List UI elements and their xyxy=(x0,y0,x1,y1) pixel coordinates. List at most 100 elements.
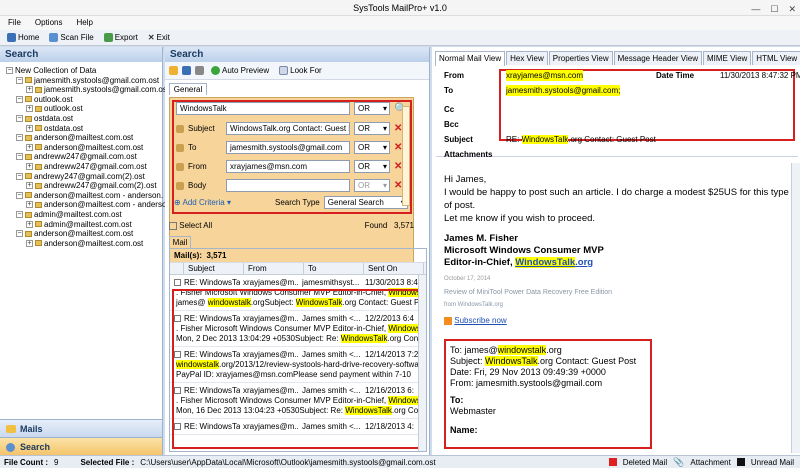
column-to[interactable]: To xyxy=(304,263,364,274)
column-from[interactable]: From xyxy=(244,263,304,274)
collapse-icon[interactable]: − xyxy=(16,191,23,199)
tab-hex-view[interactable]: Hex View xyxy=(506,51,548,65)
sig-site-link[interactable]: WindowsTalk.org xyxy=(515,257,593,268)
column-subject[interactable]: Subject xyxy=(184,263,244,274)
expand-icon[interactable]: + xyxy=(26,163,33,170)
body-line: of post. xyxy=(444,200,476,211)
collapse-icon[interactable]: − xyxy=(6,67,13,74)
mail-to: James smith <... xyxy=(302,350,361,359)
look-for-button[interactable]: Look For xyxy=(276,66,325,75)
auto-preview-button[interactable]: Auto Preview xyxy=(208,66,272,75)
tab-properties-view[interactable]: Properties View xyxy=(548,51,613,65)
expand-icon[interactable]: + xyxy=(26,201,33,209)
tree-item[interactable]: + anderson@mailtest.com - anderson. xyxy=(26,200,173,209)
tab-mail[interactable]: Mail xyxy=(169,236,191,248)
tab-general[interactable]: General xyxy=(169,83,207,95)
keyword-operator-select[interactable]: OR xyxy=(354,102,390,115)
tab-normal-mail-view[interactable]: Normal Mail View xyxy=(435,51,506,66)
tree-item[interactable]: + andreww247@gmail.com.ost xyxy=(26,162,147,171)
keyword-input[interactable]: WindowsTalk xyxy=(176,102,350,115)
criteria-input[interactable]: WindowsTalk.org Contact: Guest Pos xyxy=(226,122,350,135)
expand-icon[interactable]: + xyxy=(26,105,33,113)
expand-icon[interactable]: + xyxy=(26,182,33,190)
collapse-icon[interactable]: − xyxy=(16,134,23,142)
collapse-icon[interactable]: − xyxy=(16,230,23,238)
mail-checkbox[interactable] xyxy=(174,279,181,286)
mail-item[interactable]: RE: WindowsTalk...xrayjames@m...James sm… xyxy=(170,311,426,347)
mail-item[interactable]: RE: WindowsTalk...xrayjames@m...jamesmit… xyxy=(170,275,426,311)
close-button[interactable]: ✕ xyxy=(788,1,796,17)
maximize-button[interactable]: ☐ xyxy=(770,1,778,17)
exit-button[interactable]: ✕ Exit xyxy=(145,30,173,45)
subscribe-link[interactable]: Subscribe now xyxy=(454,316,506,325)
collapse-icon[interactable]: − xyxy=(16,172,23,180)
mail-list-scrollbar[interactable] xyxy=(418,275,426,451)
tree-item[interactable]: − andrewy247@gmail.com(2).ost xyxy=(16,172,145,181)
tab-message-header-view[interactable]: Message Header View xyxy=(613,51,702,65)
menu-help[interactable]: Help xyxy=(76,16,92,30)
collapse-icon[interactable]: − xyxy=(16,115,23,122)
collapse-icon[interactable]: − xyxy=(16,211,23,218)
menu-options[interactable]: Options xyxy=(35,16,63,30)
collapse-icon[interactable]: − xyxy=(16,153,23,161)
mail-item[interactable]: RE: WindowsTalk...xrayjames@m...James sm… xyxy=(170,383,426,419)
mail-item[interactable]: RE: WindowsTalk...xrayjames@m...James sm… xyxy=(170,419,426,435)
viewer-scrollbar[interactable] xyxy=(791,163,800,453)
collapse-icon[interactable]: − xyxy=(16,95,23,103)
add-criteria-button[interactable]: ⊕ Add Criteria ▾ xyxy=(174,198,231,207)
tree-item[interactable]: + ostdata.ost xyxy=(26,124,83,133)
criteria-operator-select[interactable]: OR xyxy=(354,141,390,154)
criteria-operator-select[interactable]: OR xyxy=(354,122,390,135)
tree-item[interactable]: − ostdata.ost xyxy=(16,114,73,123)
mail-checkbox[interactable] xyxy=(174,387,181,394)
tree-item[interactable]: − admin@mailtest.com.ost xyxy=(16,210,122,219)
home-button[interactable]: Home xyxy=(4,30,42,45)
select-all-checkbox[interactable]: Select All xyxy=(169,221,212,233)
tree-item[interactable]: + anderson@mailtest.com.ost xyxy=(26,143,143,152)
tree-item[interactable]: + jamesmith.systools@gmail.com.ost xyxy=(26,85,169,94)
criteria-input[interactable] xyxy=(226,179,350,192)
mail-from: xrayjames@m... xyxy=(243,422,299,431)
tree-item[interactable]: − New Collection of Data xyxy=(6,66,96,75)
mail-checkbox[interactable] xyxy=(174,423,181,430)
mail-checkbox[interactable] xyxy=(174,351,181,358)
tree-item[interactable]: − anderson@mailtest.com - anderson. xyxy=(16,191,163,200)
clear-icon[interactable] xyxy=(195,66,204,75)
tree-item[interactable]: + outlook.ost xyxy=(26,104,83,113)
nav-mails[interactable]: Mails xyxy=(0,419,162,437)
save-icon[interactable] xyxy=(182,66,191,75)
expand-icon[interactable]: + xyxy=(26,124,33,132)
criteria-scrollbar[interactable] xyxy=(402,106,410,206)
collapse-icon[interactable]: − xyxy=(16,76,23,84)
criteria-box: WindowsTalk OR 🔍 SubjectWindowsTalk.org … xyxy=(169,97,414,263)
expand-icon[interactable]: + xyxy=(26,239,33,247)
nav-search[interactable]: Search xyxy=(0,437,162,455)
tree-item[interactable]: + admin@mailtest.com.ost xyxy=(26,220,132,229)
tab-mime-view[interactable]: MIME View xyxy=(702,51,752,65)
mail-checkbox[interactable] xyxy=(174,315,181,322)
expand-icon[interactable]: + xyxy=(26,220,33,228)
tree-item[interactable]: − anderson@mailtest.com.ost xyxy=(16,133,133,142)
tab-html-view[interactable]: HTML View xyxy=(752,51,800,65)
search-type-select[interactable]: General Search xyxy=(323,196,408,209)
criteria-operator-select[interactable]: OR xyxy=(354,179,390,192)
mail-preview-line: . Fisher Microsoft Windows Consumer MVP … xyxy=(170,396,426,406)
tree-item[interactable]: + andreww247@gmail.com(2).ost xyxy=(26,181,157,190)
criteria-input[interactable]: xrayjames@msn.com xyxy=(226,160,350,173)
menu-file[interactable]: File xyxy=(8,16,21,30)
tree-item[interactable]: − anderson@mailtest.com.ost xyxy=(16,229,133,238)
expand-icon[interactable]: + xyxy=(26,143,33,151)
column-sent-on[interactable]: Sent On xyxy=(364,263,424,274)
export-button[interactable]: Export xyxy=(101,30,141,45)
criteria-operator-select[interactable]: OR xyxy=(354,160,390,173)
open-folder-icon[interactable] xyxy=(169,66,178,75)
tree-item[interactable]: − outlook.ost xyxy=(16,95,73,104)
mail-item[interactable]: RE: WindowsTalk...xrayjames@m...James sm… xyxy=(170,347,426,383)
tree-item[interactable]: − andreww247@gmail.com.ost xyxy=(16,152,137,161)
criteria-input[interactable]: jamesmith.systools@gmail.com xyxy=(226,141,350,154)
tree-item[interactable]: − jamesmith.systools@gmail.com.ost xyxy=(16,76,159,85)
expand-icon[interactable]: + xyxy=(26,86,33,94)
tree-item[interactable]: + anderson@mailtest.com.ost xyxy=(26,239,143,248)
scan-file-button[interactable]: Scan File xyxy=(46,30,96,45)
minimize-button[interactable]: — xyxy=(751,1,760,17)
